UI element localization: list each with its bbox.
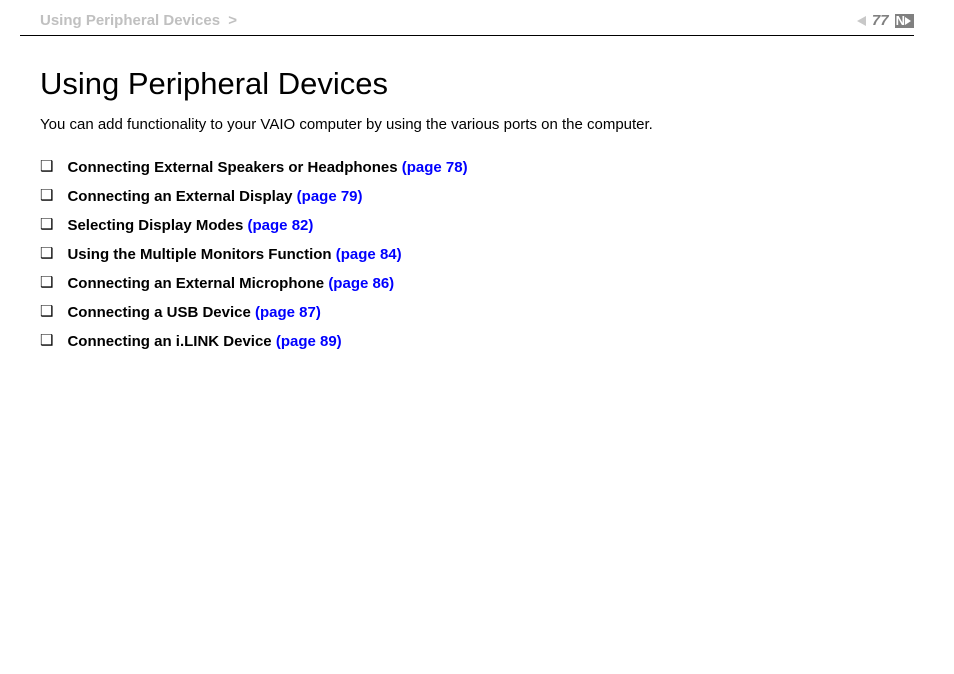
- page-nav: 77: [857, 12, 914, 29]
- toc-label: Connecting an External Display: [67, 188, 296, 205]
- toc-page-link[interactable]: (page 82): [248, 217, 314, 234]
- bullet-icon: ❑: [40, 159, 53, 176]
- toc-label: Using the Multiple Monitors Function: [67, 246, 335, 263]
- toc-page-link[interactable]: (page 86): [328, 275, 394, 292]
- bullet-icon: ❑: [40, 333, 53, 350]
- toc-item[interactable]: ❑ Connecting an External Microphone (pag…: [40, 275, 914, 292]
- toc-label: Connecting an External Microphone: [67, 275, 328, 292]
- toc-item[interactable]: ❑ Selecting Display Modes (page 82): [40, 217, 914, 234]
- bullet-icon: ❑: [40, 304, 53, 321]
- toc-page-link[interactable]: (page 87): [255, 304, 321, 321]
- bullet-icon: ❑: [40, 217, 53, 234]
- next-page-icon[interactable]: [895, 14, 914, 28]
- toc-page-link[interactable]: (page 84): [336, 246, 402, 263]
- toc-label: Connecting an i.LINK Device: [67, 333, 275, 350]
- breadcrumb-separator: >: [228, 12, 237, 29]
- bullet-icon: ❑: [40, 275, 53, 292]
- toc-page-link[interactable]: (page 78): [402, 159, 468, 176]
- toc-list: ❑ Connecting External Speakers or Headph…: [40, 159, 914, 350]
- content: Using Peripheral Devices You can add fun…: [0, 36, 954, 350]
- toc-label: Connecting External Speakers or Headphon…: [67, 159, 401, 176]
- toc-item[interactable]: ❑ Connecting an i.LINK Device (page 89): [40, 333, 914, 350]
- prev-page-icon[interactable]: [857, 16, 866, 26]
- toc-item[interactable]: ❑ Connecting an External Display (page 7…: [40, 188, 914, 205]
- toc-item[interactable]: ❑ Using the Multiple Monitors Function (…: [40, 246, 914, 263]
- intro-text: You can add functionality to your VAIO c…: [40, 116, 914, 133]
- breadcrumb[interactable]: Using Peripheral Devices >: [40, 12, 237, 29]
- toc-label: Connecting a USB Device: [67, 304, 255, 321]
- toc-item[interactable]: ❑ Connecting External Speakers or Headph…: [40, 159, 914, 176]
- toc-page-link[interactable]: (page 89): [276, 333, 342, 350]
- toc-page-link[interactable]: (page 79): [297, 188, 363, 205]
- toc-item[interactable]: ❑ Connecting a USB Device (page 87): [40, 304, 914, 321]
- bullet-icon: ❑: [40, 246, 53, 263]
- breadcrumb-text: Using Peripheral Devices: [40, 12, 220, 29]
- page-title: Using Peripheral Devices: [40, 66, 914, 102]
- page-number: 77: [872, 12, 889, 29]
- toc-label: Selecting Display Modes: [67, 217, 247, 234]
- header: Using Peripheral Devices > 77: [0, 0, 954, 35]
- bullet-icon: ❑: [40, 188, 53, 205]
